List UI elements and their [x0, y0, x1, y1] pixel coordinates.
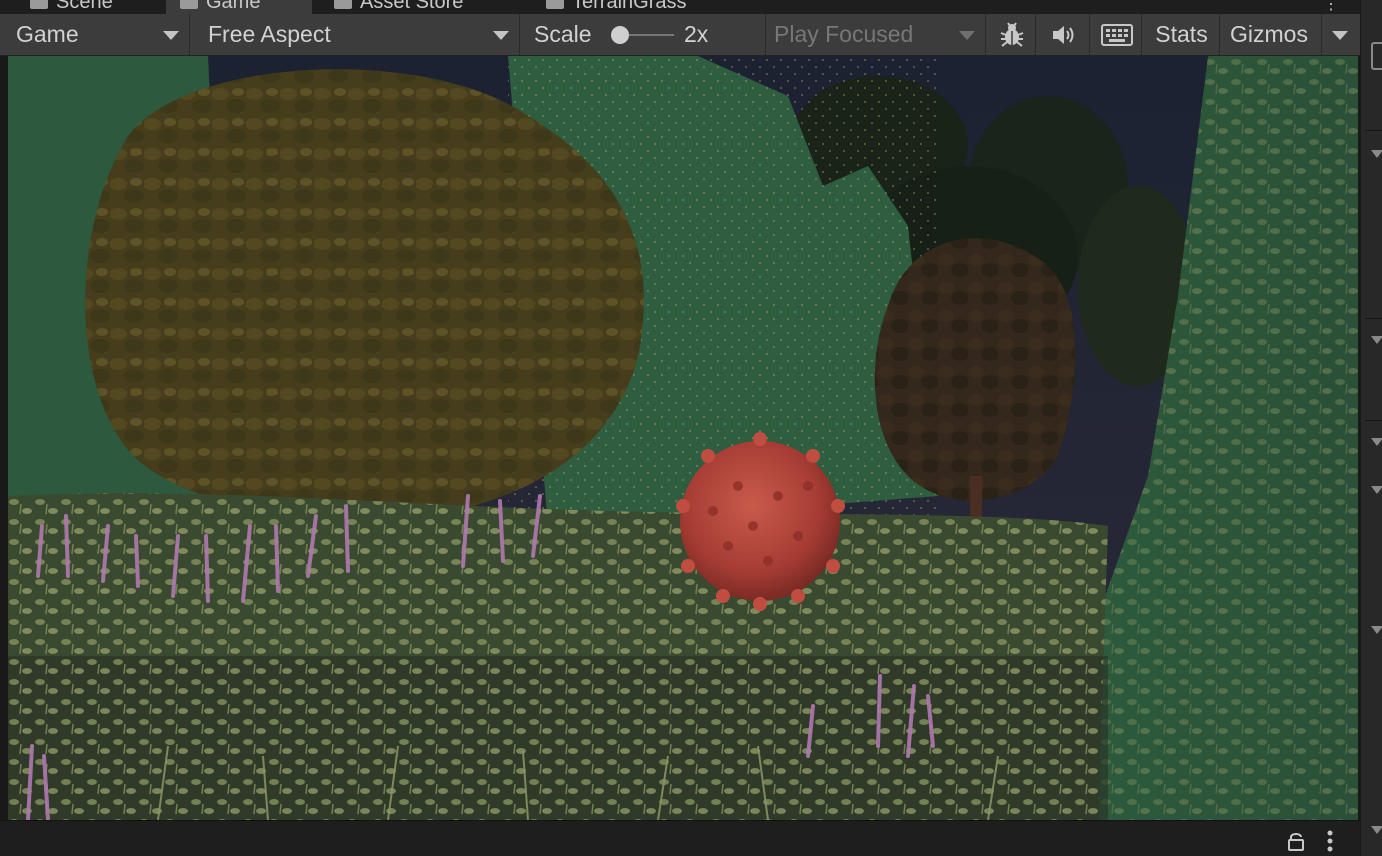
- foldout-arrow-icon[interactable]: [1371, 438, 1382, 446]
- scale-value: 2x: [684, 21, 709, 47]
- play-mode-value: Play Focused: [774, 21, 914, 47]
- tab-game[interactable]: Game: [166, 0, 312, 14]
- bug-icon: [1000, 21, 1023, 47]
- aspect-dropdown-value: Free Aspect: [208, 21, 331, 47]
- gizmos-dropdown[interactable]: [1322, 14, 1360, 55]
- mute-audio-button[interactable]: [1038, 14, 1090, 55]
- tab-game-label: Game: [206, 0, 261, 13]
- foldout-arrow-icon[interactable]: [1371, 486, 1382, 494]
- display-dropdown[interactable]: Game: [8, 14, 190, 55]
- foldout-arrow-icon[interactable]: [1371, 150, 1382, 158]
- chevron-down-icon: [163, 31, 179, 40]
- store-icon: [334, 0, 352, 9]
- tab-asset-store[interactable]: Asset Store: [320, 0, 477, 14]
- display-dropdown-value: Game: [16, 21, 79, 47]
- scale-label: Scale: [534, 21, 592, 47]
- debug-toggle-button[interactable]: [988, 14, 1036, 55]
- status-bar: [0, 820, 1360, 856]
- divider: [1365, 130, 1382, 131]
- divider: [1365, 318, 1382, 319]
- stats-button[interactable]: Stats: [1144, 14, 1220, 55]
- tab-strip: Scene Game Asset Store TerrainGrass ⋮: [0, 0, 1360, 14]
- kebab-menu-icon[interactable]: [1326, 830, 1334, 852]
- tab-asset-store-label: Asset Store: [360, 0, 464, 13]
- aspect-dropdown[interactable]: Free Aspect: [200, 14, 520, 55]
- scale-slider-handle[interactable]: [611, 26, 629, 44]
- object-icon: [546, 0, 564, 9]
- chevron-down-icon: [1332, 31, 1348, 40]
- inspector-panel-edge: [1360, 0, 1382, 856]
- divider: [1365, 420, 1382, 421]
- stats-button-label: Stats: [1155, 21, 1208, 47]
- tab-terrain-grass[interactable]: TerrainGrass: [532, 0, 700, 14]
- tab-scene[interactable]: Scene: [16, 0, 127, 14]
- keyboard-icon: [1100, 23, 1133, 46]
- foldout-arrow-icon[interactable]: [1371, 626, 1382, 634]
- game-render: [8, 56, 1358, 820]
- game-view-toolbar: Game Free Aspect Scale 2x Play Focused S…: [0, 14, 1360, 56]
- tabstrip-menu-icon[interactable]: ⋮: [1323, 0, 1339, 14]
- panel-icon: [1371, 42, 1382, 70]
- gizmos-button-label: Gizmos: [1230, 21, 1308, 47]
- speaker-icon: [1052, 25, 1073, 44]
- foldout-arrow-icon[interactable]: [1371, 336, 1382, 344]
- gizmos-button[interactable]: Gizmos: [1222, 14, 1322, 55]
- chevron-down-icon: [493, 31, 509, 40]
- gamepad-icon: [180, 0, 198, 9]
- foldout-arrow-icon[interactable]: [1371, 826, 1382, 834]
- tab-terrain-grass-label: TerrainGrass: [572, 0, 687, 13]
- game-view-viewport[interactable]: [8, 56, 1358, 820]
- tab-scene-label: Scene: [56, 0, 113, 13]
- chevron-down-icon: [959, 31, 975, 40]
- lock-icon[interactable]: [1287, 831, 1305, 851]
- play-mode-dropdown[interactable]: Play Focused: [766, 14, 986, 55]
- hash-icon: [30, 0, 48, 9]
- unity-game-window: Scene Game Asset Store TerrainGrass ⋮ Ga…: [0, 0, 1382, 856]
- shortcuts-toggle-button[interactable]: [1092, 14, 1142, 55]
